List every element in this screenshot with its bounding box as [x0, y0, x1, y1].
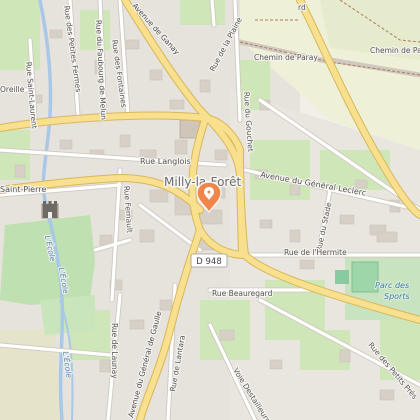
- place-label: Oreille: [0, 85, 25, 94]
- map-canvas: Rue des Petites Fermes Avenue de Ganay R…: [0, 0, 420, 420]
- street-label: Rue de Launay: [110, 323, 119, 379]
- street-label: Rue Beauregard: [212, 289, 273, 298]
- street-label: rd: [298, 3, 306, 12]
- park-label: Sports: [384, 292, 410, 301]
- street-label: Rue Langlois: [140, 157, 191, 166]
- street-label: Chemin de Paray: [370, 46, 420, 55]
- street-label: Saint-Pierre: [0, 185, 46, 194]
- map-view[interactable]: Rue des Petites Fermes Avenue de Ganay R…: [0, 0, 420, 420]
- street-label: Chemin de Paray: [254, 53, 318, 62]
- sports-pitch: [335, 270, 349, 284]
- park-label: Parc des: [375, 281, 409, 290]
- river-meadow: [0, 215, 95, 305]
- street-label: Rue de l'Hermite: [284, 248, 347, 257]
- route-shield: D 948: [190, 253, 228, 268]
- castle-icon: [43, 201, 57, 218]
- route-shield-label: D 948: [196, 257, 221, 267]
